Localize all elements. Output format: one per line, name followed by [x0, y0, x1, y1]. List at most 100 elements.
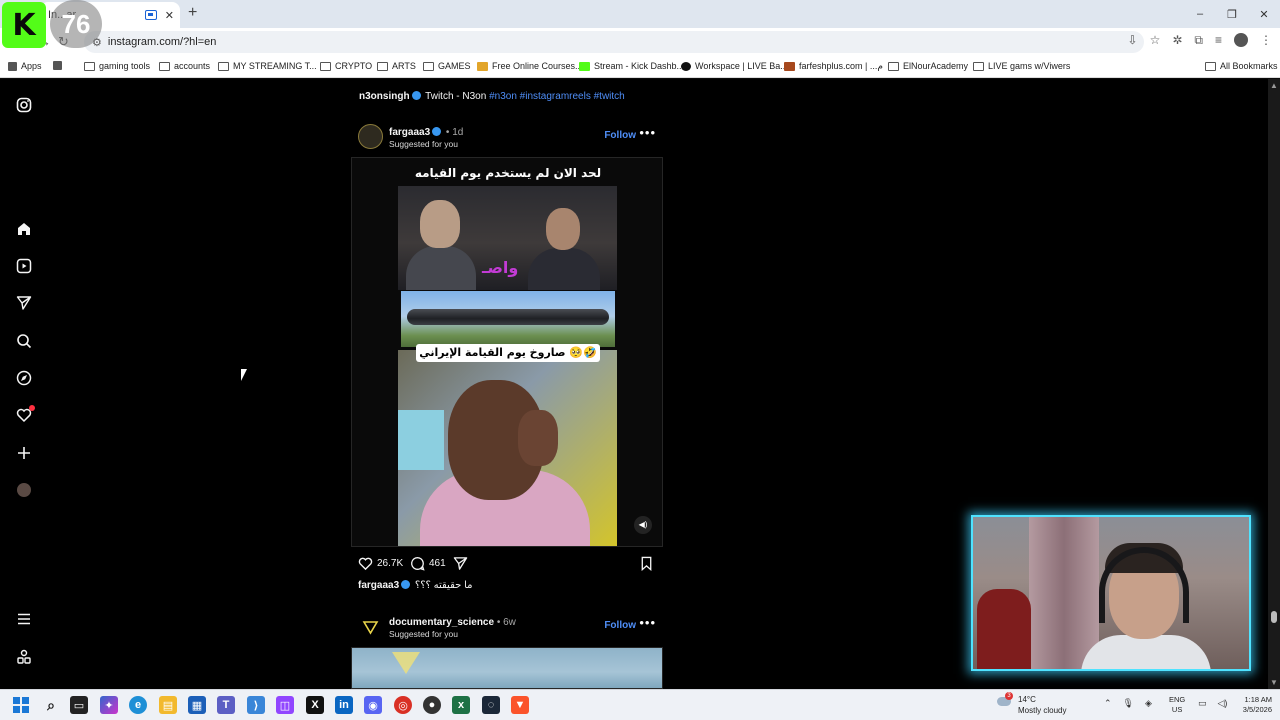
excel-icon[interactable]: x	[452, 696, 470, 714]
documentary-logo-overlay	[392, 652, 420, 674]
tab-groups-icon[interactable]	[53, 61, 66, 70]
microphone-icon[interactable]: 🎙	[1123, 698, 1134, 709]
extensions-puzzle-icon[interactable]: ⧉	[1194, 33, 1203, 48]
next-reel-video[interactable]	[351, 647, 663, 689]
post-options-icon[interactable]: •••	[639, 125, 656, 140]
brave-icon[interactable]: ▼	[511, 696, 529, 714]
caption-text: ما حقيقته ؟؟؟	[414, 580, 473, 591]
also-from-meta-icon[interactable]	[16, 649, 32, 665]
folder-icon	[159, 61, 170, 71]
location-icon[interactable]: ◈	[1145, 698, 1152, 709]
profile-avatar[interactable]	[1234, 33, 1248, 47]
search-icon[interactable]	[16, 333, 32, 349]
vscode-icon[interactable]: ⟩	[247, 696, 265, 714]
instagram-logo-icon[interactable]	[16, 97, 32, 113]
restore-button[interactable]: ❐	[1216, 0, 1248, 28]
author-username[interactable]: fargaaa3	[389, 127, 430, 138]
reel-caption-pill: صاروخ يوم القيامة الإيراني 🥺🤣	[416, 344, 600, 362]
new-tab-button[interactable]: +	[188, 4, 197, 22]
address-bar[interactable]: ⚙ instagram.com/?hl=en	[84, 31, 1144, 53]
bookmark-folder[interactable]: LIVE gams w/Viwers	[973, 61, 1070, 71]
bookmark-folder[interactable]: CRYPTO	[320, 61, 372, 71]
post-caption: fargaaa3 ما حقيقته ؟؟؟	[358, 580, 473, 591]
copilot-icon[interactable]: ✦	[100, 696, 118, 714]
close-window-button[interactable]: ✕	[1248, 0, 1280, 28]
comment-button[interactable]: 461	[410, 556, 446, 571]
bookmark-folder[interactable]: GAMES	[423, 61, 471, 71]
reel-video[interactable]: لحد الان لم يستخدم يوم القيامه واصـ صارو…	[351, 157, 663, 547]
messages-icon[interactable]	[16, 295, 32, 311]
media-playing-icon[interactable]	[144, 10, 157, 20]
weather-text: 14°C Mostly cloudy	[1018, 694, 1066, 716]
caption-hashtags[interactable]: #n3on #instagramreels #twitch	[489, 91, 625, 102]
x-twitter-icon[interactable]: X	[306, 696, 324, 714]
scroll-up-arrow-icon[interactable]: ▲	[1270, 81, 1278, 90]
suggested-label: Suggested for you	[389, 629, 458, 639]
install-app-icon[interactable]: ⇩	[1128, 33, 1138, 48]
all-bookmarks[interactable]: All Bookmarks	[1205, 61, 1278, 71]
page-scrollbar[interactable]: ▲ ▼	[1268, 79, 1280, 689]
linkedin-icon[interactable]: in	[335, 696, 353, 714]
author-avatar[interactable]	[358, 614, 383, 639]
explore-icon[interactable]	[16, 370, 32, 386]
post-options-icon[interactable]: •••	[639, 615, 656, 630]
verified-badge-icon	[401, 580, 411, 589]
edge-icon[interactable]: e	[129, 696, 147, 714]
bookmark-folder[interactable]: ARTS	[377, 61, 416, 71]
sound-toggle-icon[interactable]: ◀)	[634, 516, 652, 534]
search-icon[interactable]: ⌕	[42, 696, 60, 714]
task-view-icon[interactable]: ▭	[70, 696, 88, 714]
author-avatar[interactable]	[358, 124, 383, 149]
bookmark-folder[interactable]: accounts	[159, 61, 210, 71]
caption-username[interactable]: fargaaa3	[358, 580, 399, 591]
bookmark-link[interactable]: Free Online Courses...	[477, 61, 583, 71]
start-windows-icon[interactable]	[13, 697, 29, 713]
bookmark-apps[interactable]: Apps	[8, 61, 42, 71]
file-explorer-icon[interactable]: ▤	[159, 696, 177, 714]
follow-button[interactable]: Follow	[604, 620, 636, 631]
like-count: 26.7K	[377, 558, 404, 569]
create-plus-icon[interactable]	[16, 445, 32, 461]
window-controls: – ❐ ✕	[1184, 0, 1280, 28]
minimize-button[interactable]: –	[1184, 0, 1216, 28]
input-language[interactable]: ENG US	[1169, 695, 1185, 715]
caption-username[interactable]: n3onsingh	[359, 91, 410, 102]
steam-icon[interactable]: ◌	[482, 696, 500, 714]
volume-icon[interactable]: ◁)	[1218, 698, 1228, 709]
author-username[interactable]: documentary_science	[389, 617, 494, 628]
scroll-down-arrow-icon[interactable]: ▼	[1270, 678, 1278, 687]
extension-icon[interactable]: ✲	[1172, 33, 1182, 48]
more-menu-icon[interactable]	[16, 611, 32, 627]
network-icon[interactable]: ▭	[1198, 698, 1207, 709]
media-control-icon[interactable]: ≡	[1215, 33, 1222, 48]
bookmark-folder[interactable]: ElNourAcademy	[888, 61, 968, 71]
save-button[interactable]	[639, 556, 654, 574]
obs-icon[interactable]: ●	[423, 696, 441, 714]
follow-button[interactable]: Follow	[604, 130, 636, 141]
menu-kebab-icon[interactable]: ⋮	[1260, 33, 1272, 48]
scroll-thumb[interactable]	[1271, 611, 1277, 623]
bookmark-link[interactable]: Stream - Kick Dashb...	[579, 61, 684, 71]
discord-icon[interactable]: ◉	[364, 696, 382, 714]
twitch-icon[interactable]: ◫	[276, 696, 294, 714]
bookmark-link[interactable]: Workspace | LIVE Ba...	[681, 61, 788, 71]
bookmark-folder[interactable]: MY STREAMING T...	[218, 61, 317, 71]
home-icon[interactable]	[16, 221, 32, 237]
bookmark-star-icon[interactable]: ☆	[1150, 33, 1161, 48]
tray-overflow-chevron-icon[interactable]: ⌃	[1104, 698, 1112, 709]
like-button[interactable]: 26.7K	[358, 556, 403, 571]
profile-avatar[interactable]	[17, 483, 31, 497]
bookmark-link[interactable]: farfeshplus.com | ...م	[784, 61, 883, 72]
reels-icon[interactable]	[16, 258, 32, 274]
chrome-icon[interactable]: ◎	[394, 696, 412, 714]
notifications-heart-icon[interactable]	[16, 405, 35, 423]
teams-icon[interactable]: T	[217, 696, 235, 714]
share-button[interactable]	[453, 556, 468, 571]
toolbar-actions: ⇩ ☆ ✲ ⧉ ≡ ⋮	[1128, 33, 1272, 48]
tab-close-icon[interactable]: ✕	[165, 9, 174, 22]
store-icon[interactable]: ▦	[188, 696, 206, 714]
presenter-left	[406, 246, 476, 290]
bookmark-folder[interactable]: gaming tools	[84, 61, 150, 71]
instagram-page: n3onsingh Twitch - N3on #n3on #instagram…	[0, 79, 1280, 689]
clock[interactable]: 1:18 AM 3/5/2026	[1232, 695, 1272, 715]
